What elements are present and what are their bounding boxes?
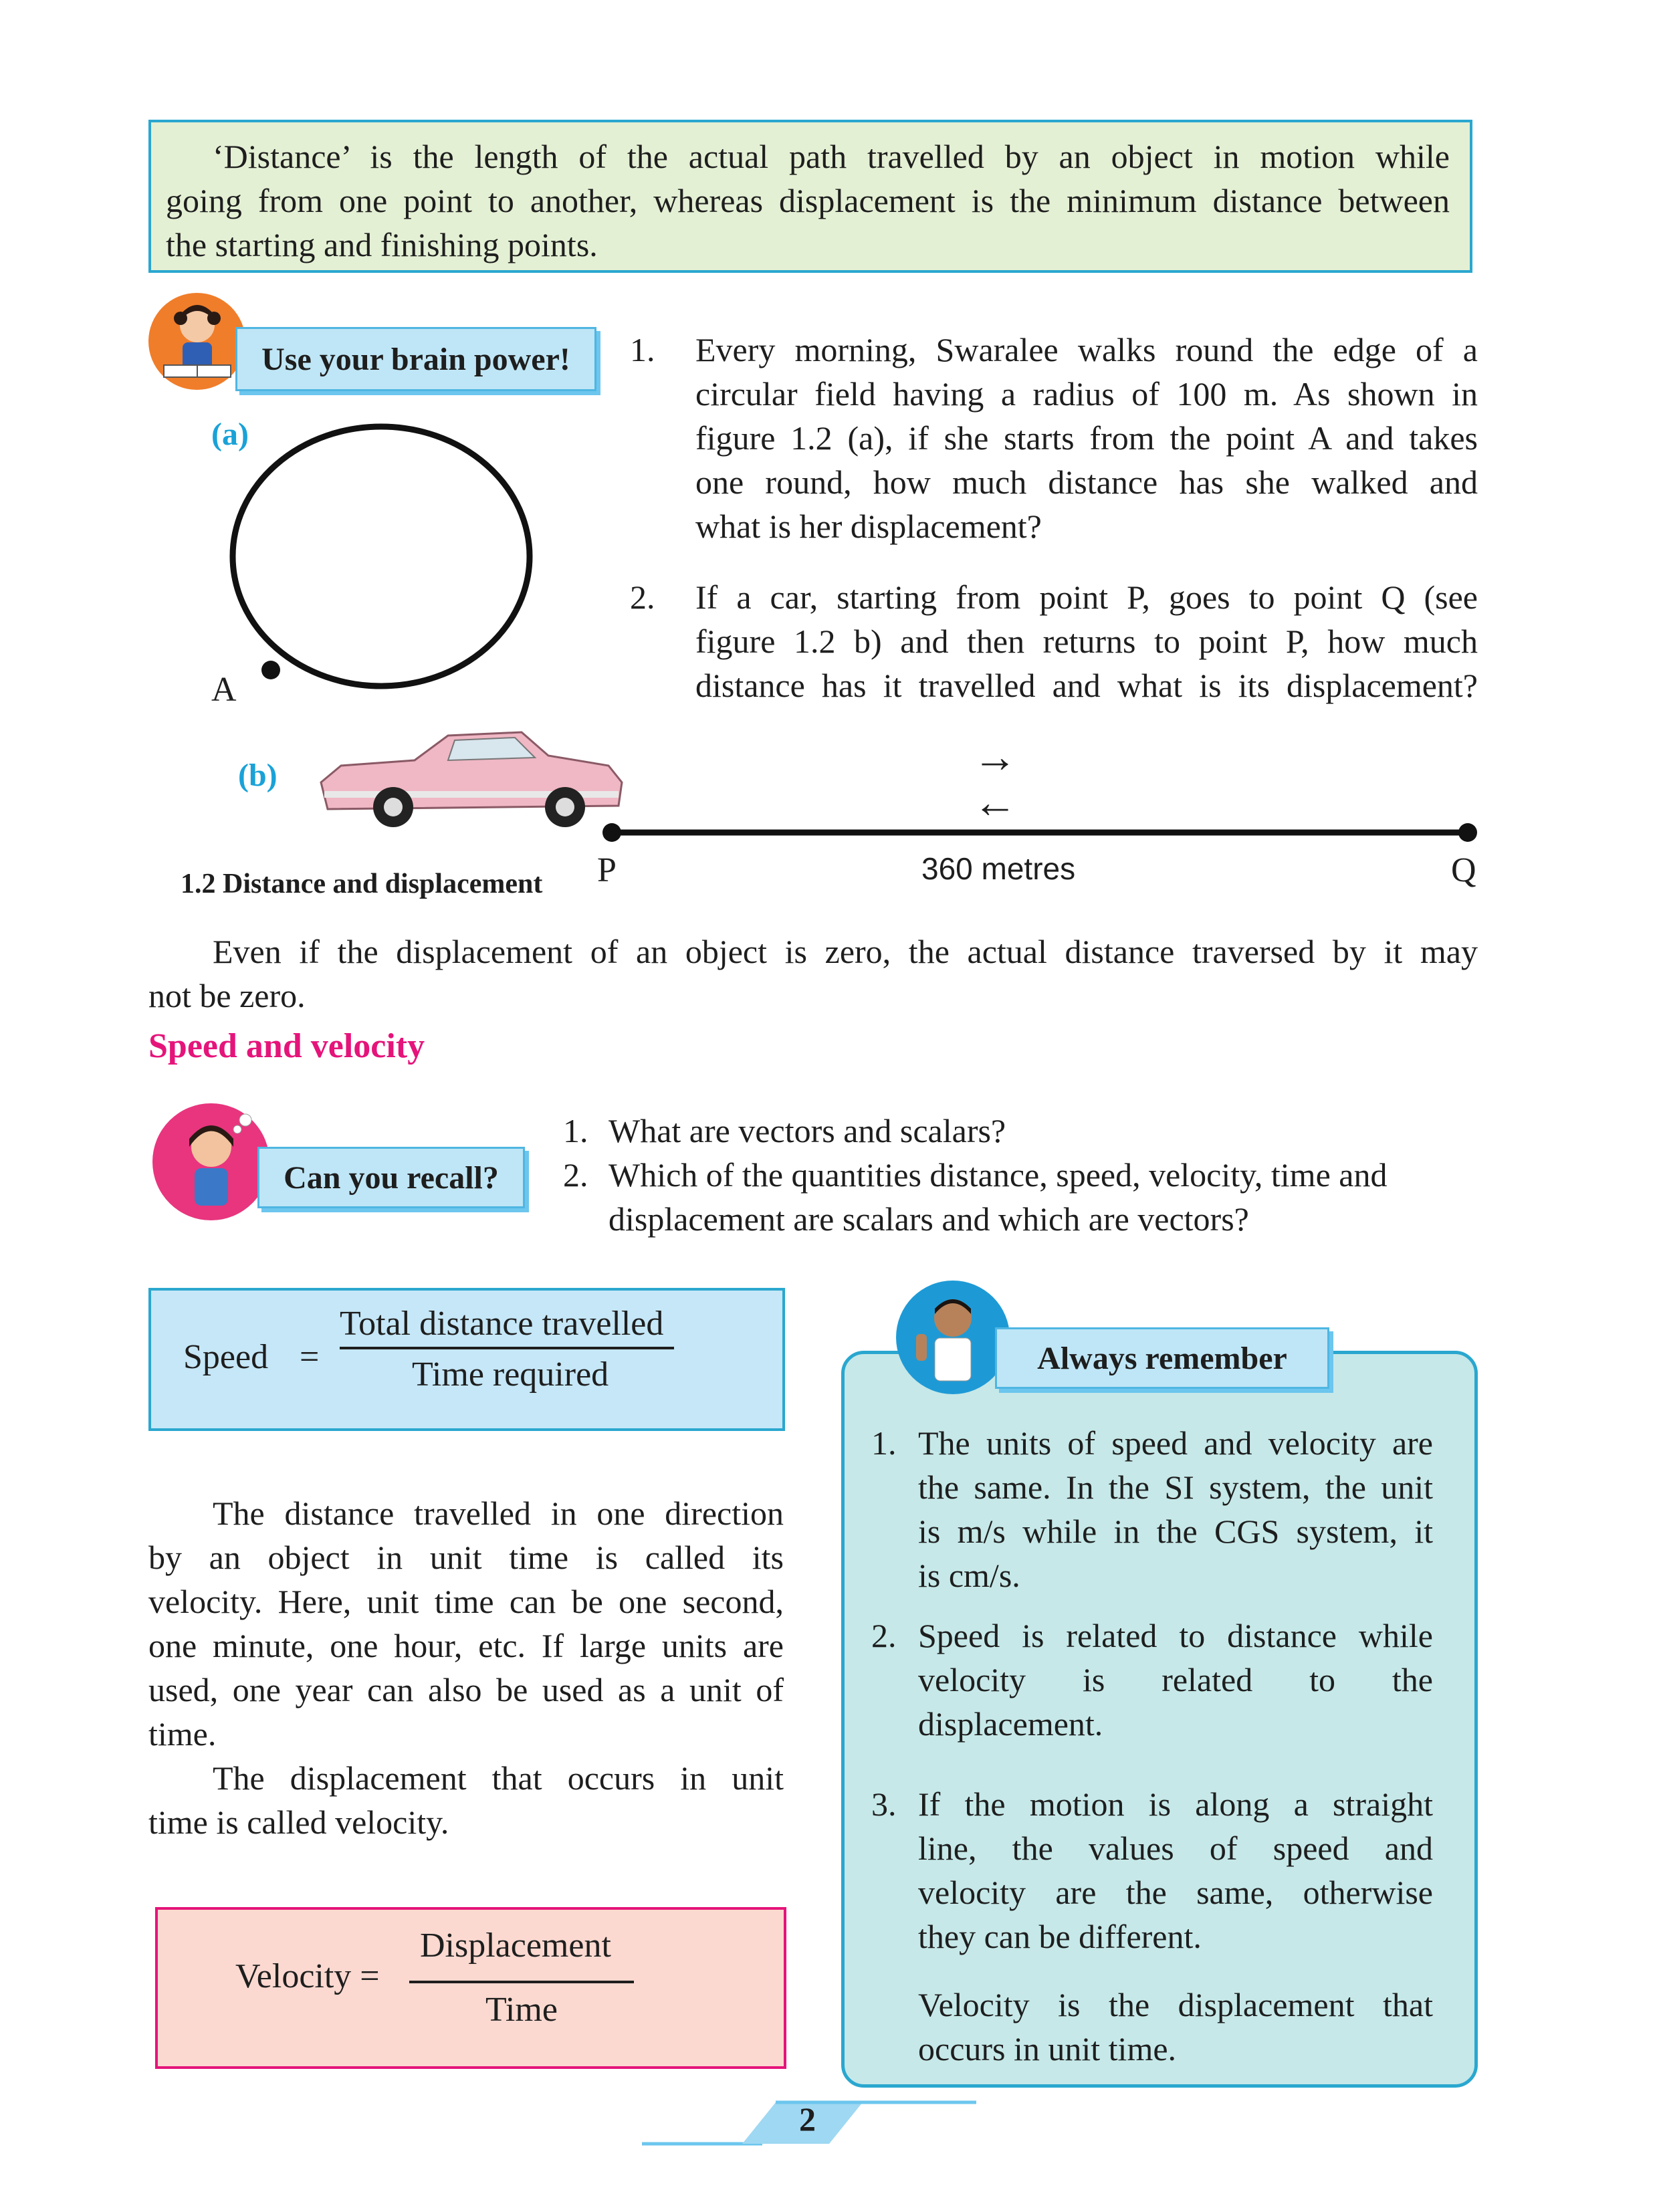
definition-line-2: going from one point to another, whereas…: [166, 182, 1450, 219]
always-remember-box: 1. The units of speed and velocity are t…: [841, 1351, 1478, 2088]
arrow-right-icon: →: [973, 733, 1017, 782]
question-2-line: distance has it travelled and what is it…: [695, 667, 1478, 704]
recall-item-2-number: 2.: [563, 1156, 588, 1194]
point-p-marker: [602, 823, 621, 842]
circular-path: [229, 423, 533, 689]
remember-item-2-text: Speed is related to distance while veloc…: [918, 1614, 1433, 1746]
definition-box: ‘Distance’ is the length of the actual p…: [148, 120, 1472, 273]
velocity-lhs: Velocity =: [235, 1957, 380, 1995]
velocity-line: The distance travelled in one direction: [213, 1495, 784, 1532]
question-1-line: Every morning, Swaralee walks round the …: [695, 331, 1478, 368]
velocity-formula-box: Velocity = Displacement Time: [155, 1907, 786, 2069]
velocity-numerator: Displacement: [420, 1926, 611, 1965]
brain-power-tag: Use your brain power!: [235, 327, 596, 391]
speed-fraction-bar: [340, 1347, 674, 1349]
remember-line: the same. In the SI system, the unit: [918, 1468, 1433, 1506]
remember-line: The units of speed and velocity are: [918, 1424, 1433, 1462]
velocity-line: by an object in unit time is called its: [148, 1539, 784, 1576]
question-2-number: 2.: [630, 578, 655, 616]
remember-line: Velocity is the displacement that: [918, 1986, 1433, 2023]
question-1-line: circular field having a radius of 100 m.…: [695, 375, 1478, 413]
point-q-label: Q: [1451, 851, 1476, 889]
definition-line-1: ‘Distance’ is the length of the actual p…: [213, 138, 1450, 175]
point-a-marker: [261, 661, 280, 679]
question-1-number: 1.: [630, 331, 655, 368]
thinking-girl-icon: [152, 1103, 269, 1220]
point-a-label: A: [211, 671, 237, 709]
always-remember-tag: Always remember: [995, 1327, 1329, 1389]
velocity-line: one minute, one hour, etc. If large unit…: [148, 1627, 784, 1664]
recall-label: Can you recall?: [284, 1159, 499, 1196]
zero-displacement-paragraph: Even if the displacement of an object is…: [148, 929, 1478, 1018]
velocity-line: time is called velocity.: [148, 1803, 449, 1841]
pink-car-illustration: [320, 731, 623, 827]
question-1-text: Every morning, Swaralee walks round the …: [695, 328, 1478, 548]
speed-numerator: Total distance travelled: [340, 1305, 664, 1343]
zero-displacement-line-2: not be zero.: [148, 977, 306, 1014]
recall-item-2-continuation: displacement are scalars and which are v…: [609, 1200, 1249, 1238]
question-1-line: figure 1.2 (a), if she starts from the p…: [695, 419, 1478, 457]
speed-denominator: Time required: [412, 1355, 609, 1394]
velocity-line: velocity. Here, unit time can be one sec…: [148, 1583, 784, 1620]
remember-line: they can be different.: [918, 1918, 1202, 1955]
velocity-line: The displacement that occurs in unit: [213, 1759, 784, 1797]
point-p-label: P: [597, 851, 617, 889]
remember-line: velocity is related to the: [918, 1661, 1433, 1698]
remember-line: is m/s while in the CGS system, it: [918, 1513, 1433, 1550]
remember-item-3-text: If the motion is along a straight line, …: [918, 1782, 1433, 1959]
question-2-line: figure 1.2 b) and then returns to point …: [695, 623, 1478, 660]
velocity-denominator: Time: [485, 1991, 558, 2029]
brain-power-label: Use your brain power!: [261, 341, 570, 377]
zero-displacement-line-1: Even if the displacement of an object is…: [213, 933, 1478, 970]
recall-item-2-text: Which of the quantities distance, speed,…: [609, 1156, 1388, 1194]
remember-item-1-number: 1.: [871, 1424, 897, 1462]
recall-tag: Can you recall?: [257, 1147, 525, 1208]
path-pq-line: [602, 823, 1477, 842]
remember-line: occurs in unit time.: [918, 2030, 1177, 2068]
girl-reading-icon: [148, 293, 245, 390]
remember-line: If the motion is along a straight: [918, 1785, 1433, 1823]
definition-line-3: the starting and finishing points.: [166, 226, 598, 263]
recall-item-1-text: What are vectors and scalars?: [609, 1112, 1006, 1149]
remember-line: line, the values of speed and: [918, 1830, 1433, 1867]
remember-item-3-number: 3.: [871, 1785, 897, 1823]
remember-line: displacement.: [918, 1705, 1103, 1743]
remember-line: velocity are the same, otherwise: [918, 1874, 1433, 1911]
point-q-marker: [1458, 823, 1477, 842]
velocity-line: time.: [148, 1715, 217, 1753]
section-heading: Speed and velocity: [148, 1027, 425, 1065]
remember-line: Speed is related to distance while: [918, 1617, 1433, 1654]
boy-pointing-icon: [896, 1281, 1010, 1394]
circular-field-diagram: [229, 423, 533, 689]
question-2-line: If a car, starting from point P, goes to…: [695, 578, 1478, 616]
remember-line: is cm/s.: [918, 1557, 1020, 1594]
remember-extra-text: Velocity is the displacement that occurs…: [918, 1983, 1433, 2071]
speed-equals: =: [300, 1338, 320, 1376]
velocity-line: used, one year can also be used as a uni…: [148, 1671, 784, 1708]
question-1-line: what is her displacement?: [695, 508, 1042, 545]
speed-lhs: Speed: [183, 1338, 269, 1376]
velocity-paragraph: The distance travelled in one direction …: [148, 1491, 784, 1844]
recall-item-1-number: 1.: [563, 1112, 588, 1149]
question-1-line: one round, how much distance has she wal…: [695, 463, 1478, 501]
speed-formula-box: Speed = Total distance travelled Time re…: [148, 1288, 785, 1431]
page-number: 2: [799, 2100, 816, 2138]
remember-item-2-number: 2.: [871, 1617, 897, 1654]
figure-caption: 1.2 Distance and displacement: [181, 869, 543, 899]
question-2-text: If a car, starting from point P, goes to…: [695, 575, 1478, 707]
distance-label: 360 metres: [921, 851, 1076, 886]
figure-label-b: (b): [238, 758, 278, 793]
velocity-fraction-bar: [409, 1981, 634, 1983]
always-remember-label: Always remember: [1037, 1340, 1287, 1376]
remember-item-1-text: The units of speed and velocity are the …: [918, 1421, 1433, 1597]
